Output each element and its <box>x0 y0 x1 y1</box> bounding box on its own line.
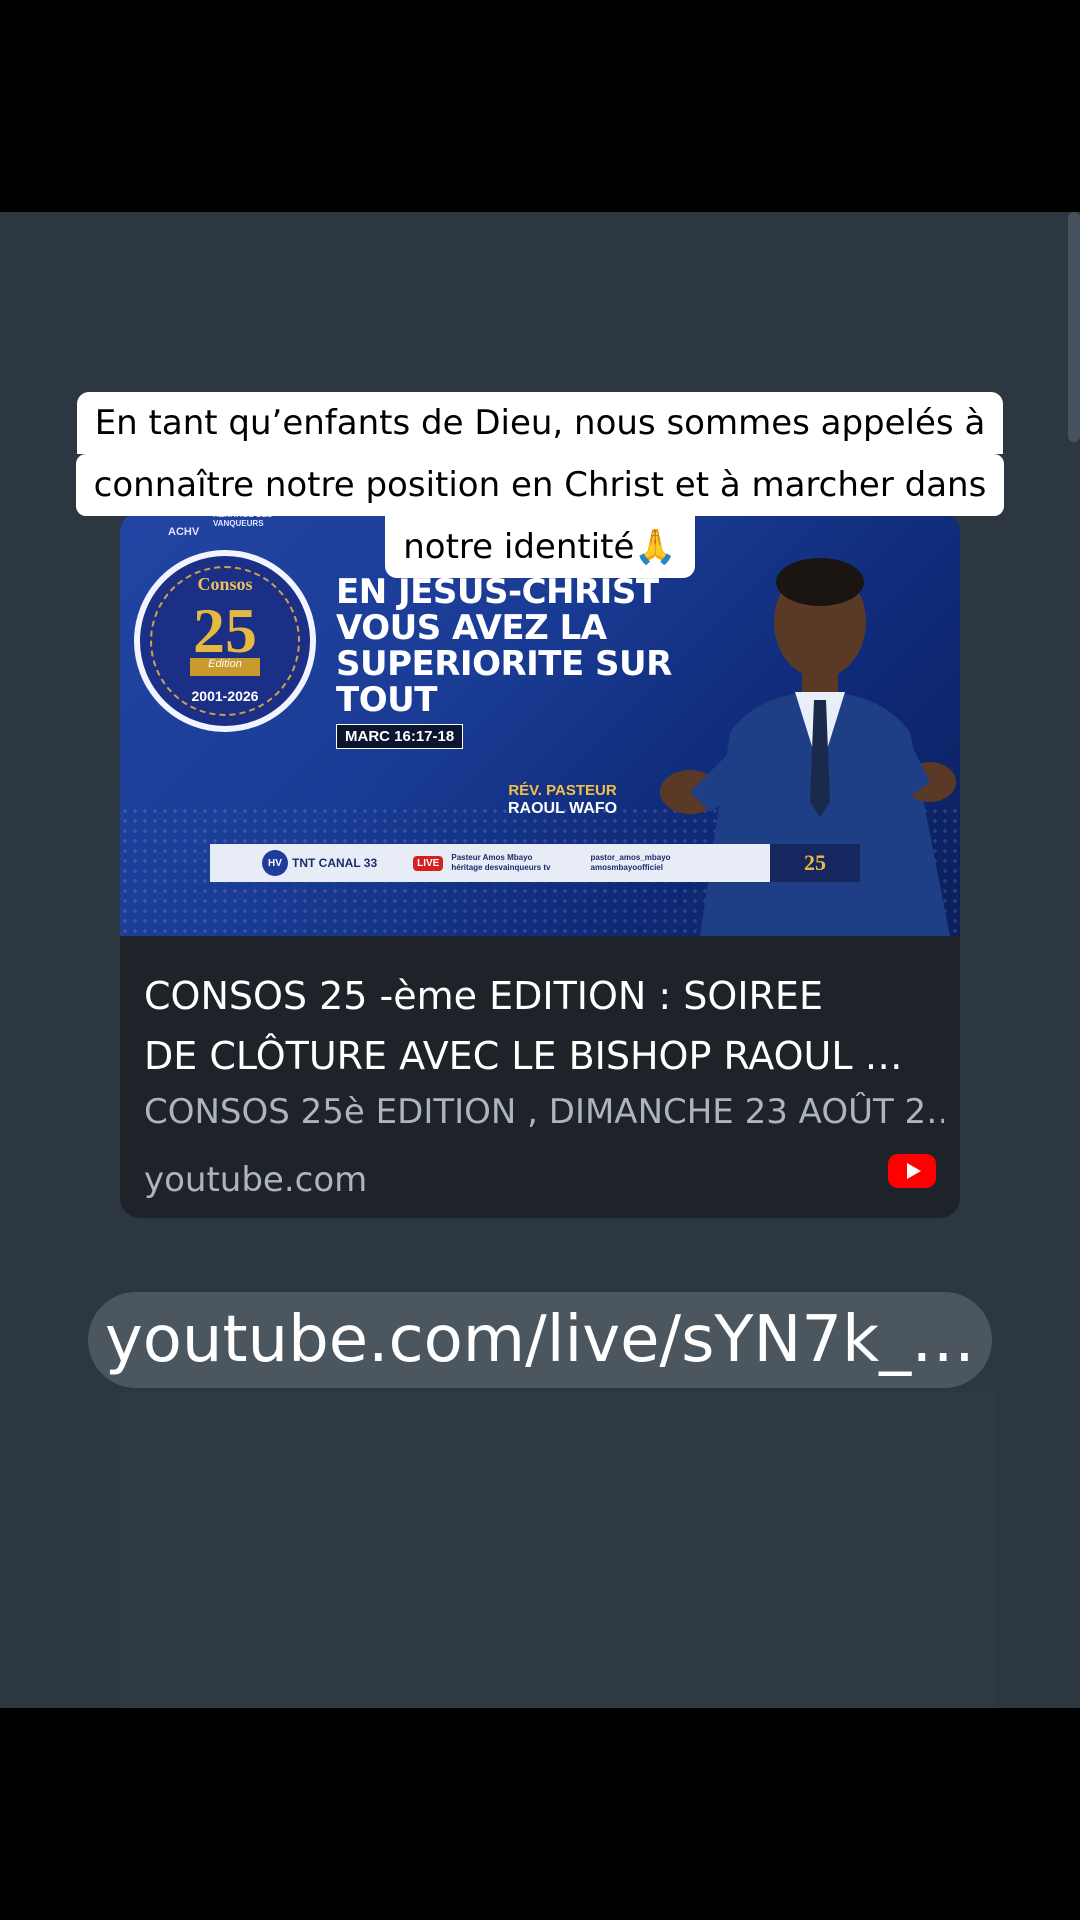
live-badge: LIVE <box>413 855 444 871</box>
social-tiktok-label: amosmbayoofficiel <box>590 863 663 872</box>
caption-line-2: connaître notre position en Christ et à … <box>75 454 1005 516</box>
social-facebook-youtube: Pasteur Amos Mbayo héritage desvainqueur… <box>451 853 550 873</box>
caption-line-3-text: notre identité <box>403 527 635 567</box>
card-description: CONSOS 25è EDITION , DIMANCHE 23 AOÛT 2… <box>144 1092 944 1132</box>
praying-hands-icon: 🙏 <box>634 527 677 567</box>
top-letterbox <box>0 0 1080 212</box>
speaker-name: RAOUL WAFO <box>508 800 618 817</box>
youtube-icon <box>888 1154 936 1188</box>
tnt-label: TNT CANAL 33 <box>292 856 378 870</box>
social-instagram-label: pastor_amos_mbayo <box>590 853 671 862</box>
card-title[interactable]: CONSOS 25 -ème EDITION : SOIREE DE CLÔTU… <box>144 966 944 1086</box>
hv-logo-icon: HV <box>262 850 288 876</box>
card-domain: youtube.com <box>144 1160 368 1200</box>
social-facebook-label: Pasteur Amos Mbayo <box>451 853 533 862</box>
speaker-title: RÉV. PASTEUR <box>508 782 617 799</box>
caption-line-1: En tant qu’enfants de Dieu, nous sommes … <box>76 392 1004 454</box>
caption-line-3: notre identité🙏 <box>385 516 695 578</box>
bottom-letterbox <box>0 1708 1080 1920</box>
verse-label: MARC 16:17-18 <box>336 724 464 749</box>
social-strip: HV TNT CANAL 33 LIVE Pasteur Amos Mbayo … <box>210 844 770 882</box>
caption-overlay: En tant qu’enfants de Dieu, nous sommes … <box>0 392 1080 578</box>
lower-panel <box>120 1392 996 1708</box>
speaker-label: RÉV. PASTEUR RAOUL WAFO <box>508 782 617 818</box>
badge-number: 25 <box>193 595 257 666</box>
social-instagram-tiktok: pastor_amos_mbayo amosmbayoofficiel <box>591 853 671 873</box>
social-youtube-label: héritage desvainqueurs tv <box>451 863 551 872</box>
badge-edition: Edition <box>190 658 260 676</box>
card-title-line-1: CONSOS 25 -ème EDITION : SOIREE <box>144 974 823 1018</box>
strip-25-logo: 25 <box>770 844 860 882</box>
video-stage: ACHV HERITAGE DES VANQUEURS Consos 25 Ed… <box>0 212 1080 1708</box>
link-preview-card[interactable]: ACHV HERITAGE DES VANQUEURS Consos 25 Ed… <box>120 512 960 1218</box>
url-link[interactable]: youtube.com/live/sYN7k_… <box>88 1292 992 1388</box>
card-title-line-2: DE CLÔTURE AVEC LE BISHOP RAOUL … <box>144 1034 903 1078</box>
badge-years: 2001-2026 <box>191 688 259 704</box>
